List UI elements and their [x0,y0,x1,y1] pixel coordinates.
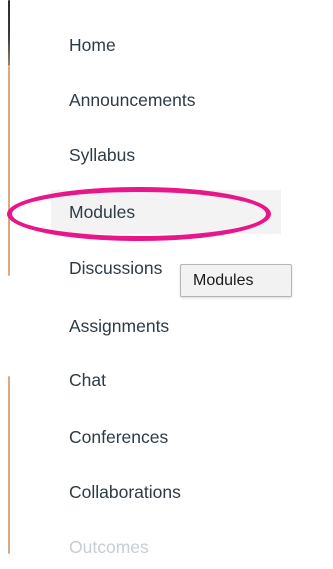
nav-item-modules[interactable]: Modules [51,190,281,234]
nav-item-home[interactable]: Home [51,23,281,67]
tooltip: Modules [180,264,292,297]
nav-item-assignments[interactable]: Assignments [51,304,281,348]
nav-item-collaborations[interactable]: Collaborations [51,470,281,514]
nav-item-chat[interactable]: Chat [51,358,281,402]
nav-item-announcements[interactable]: Announcements [51,78,281,122]
nav-item-syllabus[interactable]: Syllabus [51,133,281,177]
nav-item-outcomes[interactable]: Outcomes [51,525,281,569]
nav-item-conferences[interactable]: Conferences [51,415,281,459]
